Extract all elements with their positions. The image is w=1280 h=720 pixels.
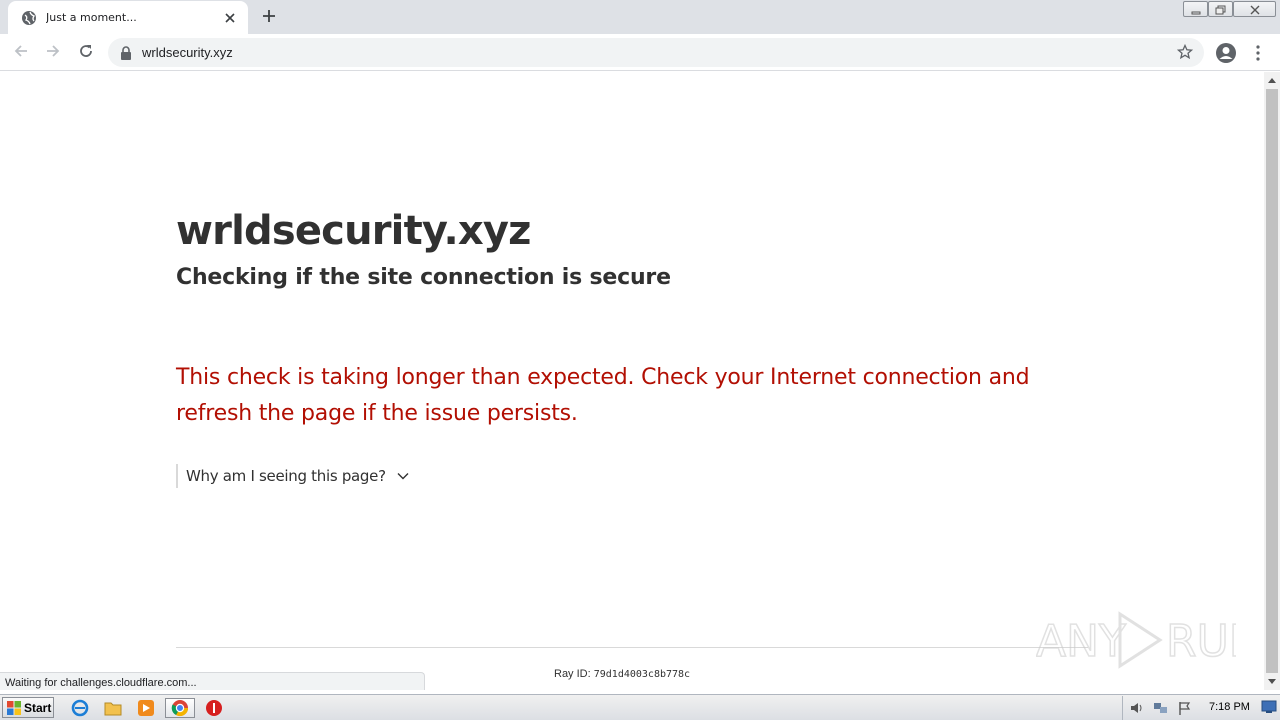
scroll-down-button[interactable] — [1264, 674, 1280, 690]
account-icon[interactable] — [1214, 41, 1238, 65]
start-label: Start — [24, 700, 52, 715]
lock-icon[interactable] — [120, 45, 134, 60]
media-player-icon[interactable] — [135, 698, 157, 718]
minimize-button[interactable] — [1183, 0, 1208, 18]
plus-icon — [262, 8, 276, 27]
caret-up-icon — [1268, 78, 1276, 83]
new-tab-button[interactable] — [258, 6, 280, 28]
close-icon[interactable] — [222, 10, 238, 26]
window-close-button[interactable] — [1233, 0, 1276, 18]
browser-toolbar: wrldsecurity.xyz — [0, 34, 1280, 71]
chevron-down-icon — [396, 469, 410, 483]
forward-button[interactable] — [40, 40, 66, 66]
back-button[interactable] — [8, 40, 34, 66]
ray-id-value: 79d1d4003c8b778c — [593, 669, 691, 680]
browser-tab[interactable]: Just a moment... — [8, 1, 248, 34]
reload-button[interactable] — [73, 40, 99, 66]
ray-label: Ray ID: — [554, 668, 591, 680]
network-icon[interactable] — [1153, 700, 1169, 716]
why-label: Why am I seeing this page? — [186, 467, 386, 485]
flag-icon[interactable] — [1177, 700, 1193, 716]
back-arrow-icon — [13, 43, 29, 63]
minimize-icon — [1191, 0, 1201, 19]
status-bubble: Waiting for challenges.cloudflare.com... — [0, 672, 425, 690]
tab-title: Just a moment... — [46, 11, 137, 24]
folder-icon[interactable] — [102, 698, 124, 718]
vertical-scrollbar[interactable] — [1264, 72, 1280, 690]
warning-message: This check is taking longer than expecte… — [176, 365, 1030, 426]
watermark-text-left: ANY — [1036, 616, 1126, 667]
internet-explorer-icon[interactable] — [69, 698, 91, 718]
page-subtitle: Checking if the site connection is secur… — [176, 265, 671, 290]
play-icon — [1118, 611, 1163, 669]
speaker-icon[interactable] — [1129, 700, 1145, 716]
address-bar[interactable]: wrldsecurity.xyz — [108, 38, 1204, 67]
star-icon[interactable] — [1177, 44, 1194, 61]
taskbar: Start 7:18 PM — [0, 694, 1280, 720]
tab-strip: Just a moment... — [0, 0, 1280, 34]
url-text[interactable]: wrldsecurity.xyz — [142, 45, 233, 60]
restore-icon — [1215, 0, 1226, 19]
page-title: wrldsecurity.xyz — [176, 208, 531, 254]
system-tray: 7:18 PM — [1122, 696, 1280, 720]
ray-id: Ray ID: 79d1d4003c8b778c — [554, 668, 690, 680]
reload-icon — [78, 43, 94, 63]
start-button[interactable]: Start — [2, 697, 54, 718]
restore-button[interactable] — [1208, 0, 1233, 18]
anyrun-watermark: ANY RUN — [1036, 611, 1236, 669]
footer-divider — [176, 647, 1088, 648]
show-desktop-icon[interactable] — [1261, 700, 1277, 716]
windows-logo-icon — [6, 700, 22, 716]
forward-arrow-icon — [45, 43, 61, 63]
close-icon — [1250, 0, 1260, 19]
scroll-thumb[interactable] — [1266, 89, 1278, 673]
why-details-toggle[interactable]: Why am I seeing this page? — [176, 464, 410, 488]
scroll-up-button[interactable] — [1264, 72, 1280, 88]
chrome-icon[interactable] — [165, 698, 195, 718]
clock: 7:18 PM — [1209, 701, 1250, 713]
watermark-text-right: RUN — [1166, 616, 1236, 667]
stop-icon[interactable] — [203, 698, 225, 718]
globe-icon — [21, 10, 37, 26]
web-page: wrldsecurity.xyz Checking if the site co… — [0, 72, 1264, 690]
caret-down-icon — [1268, 679, 1276, 684]
kebab-menu-icon[interactable] — [1250, 42, 1266, 64]
